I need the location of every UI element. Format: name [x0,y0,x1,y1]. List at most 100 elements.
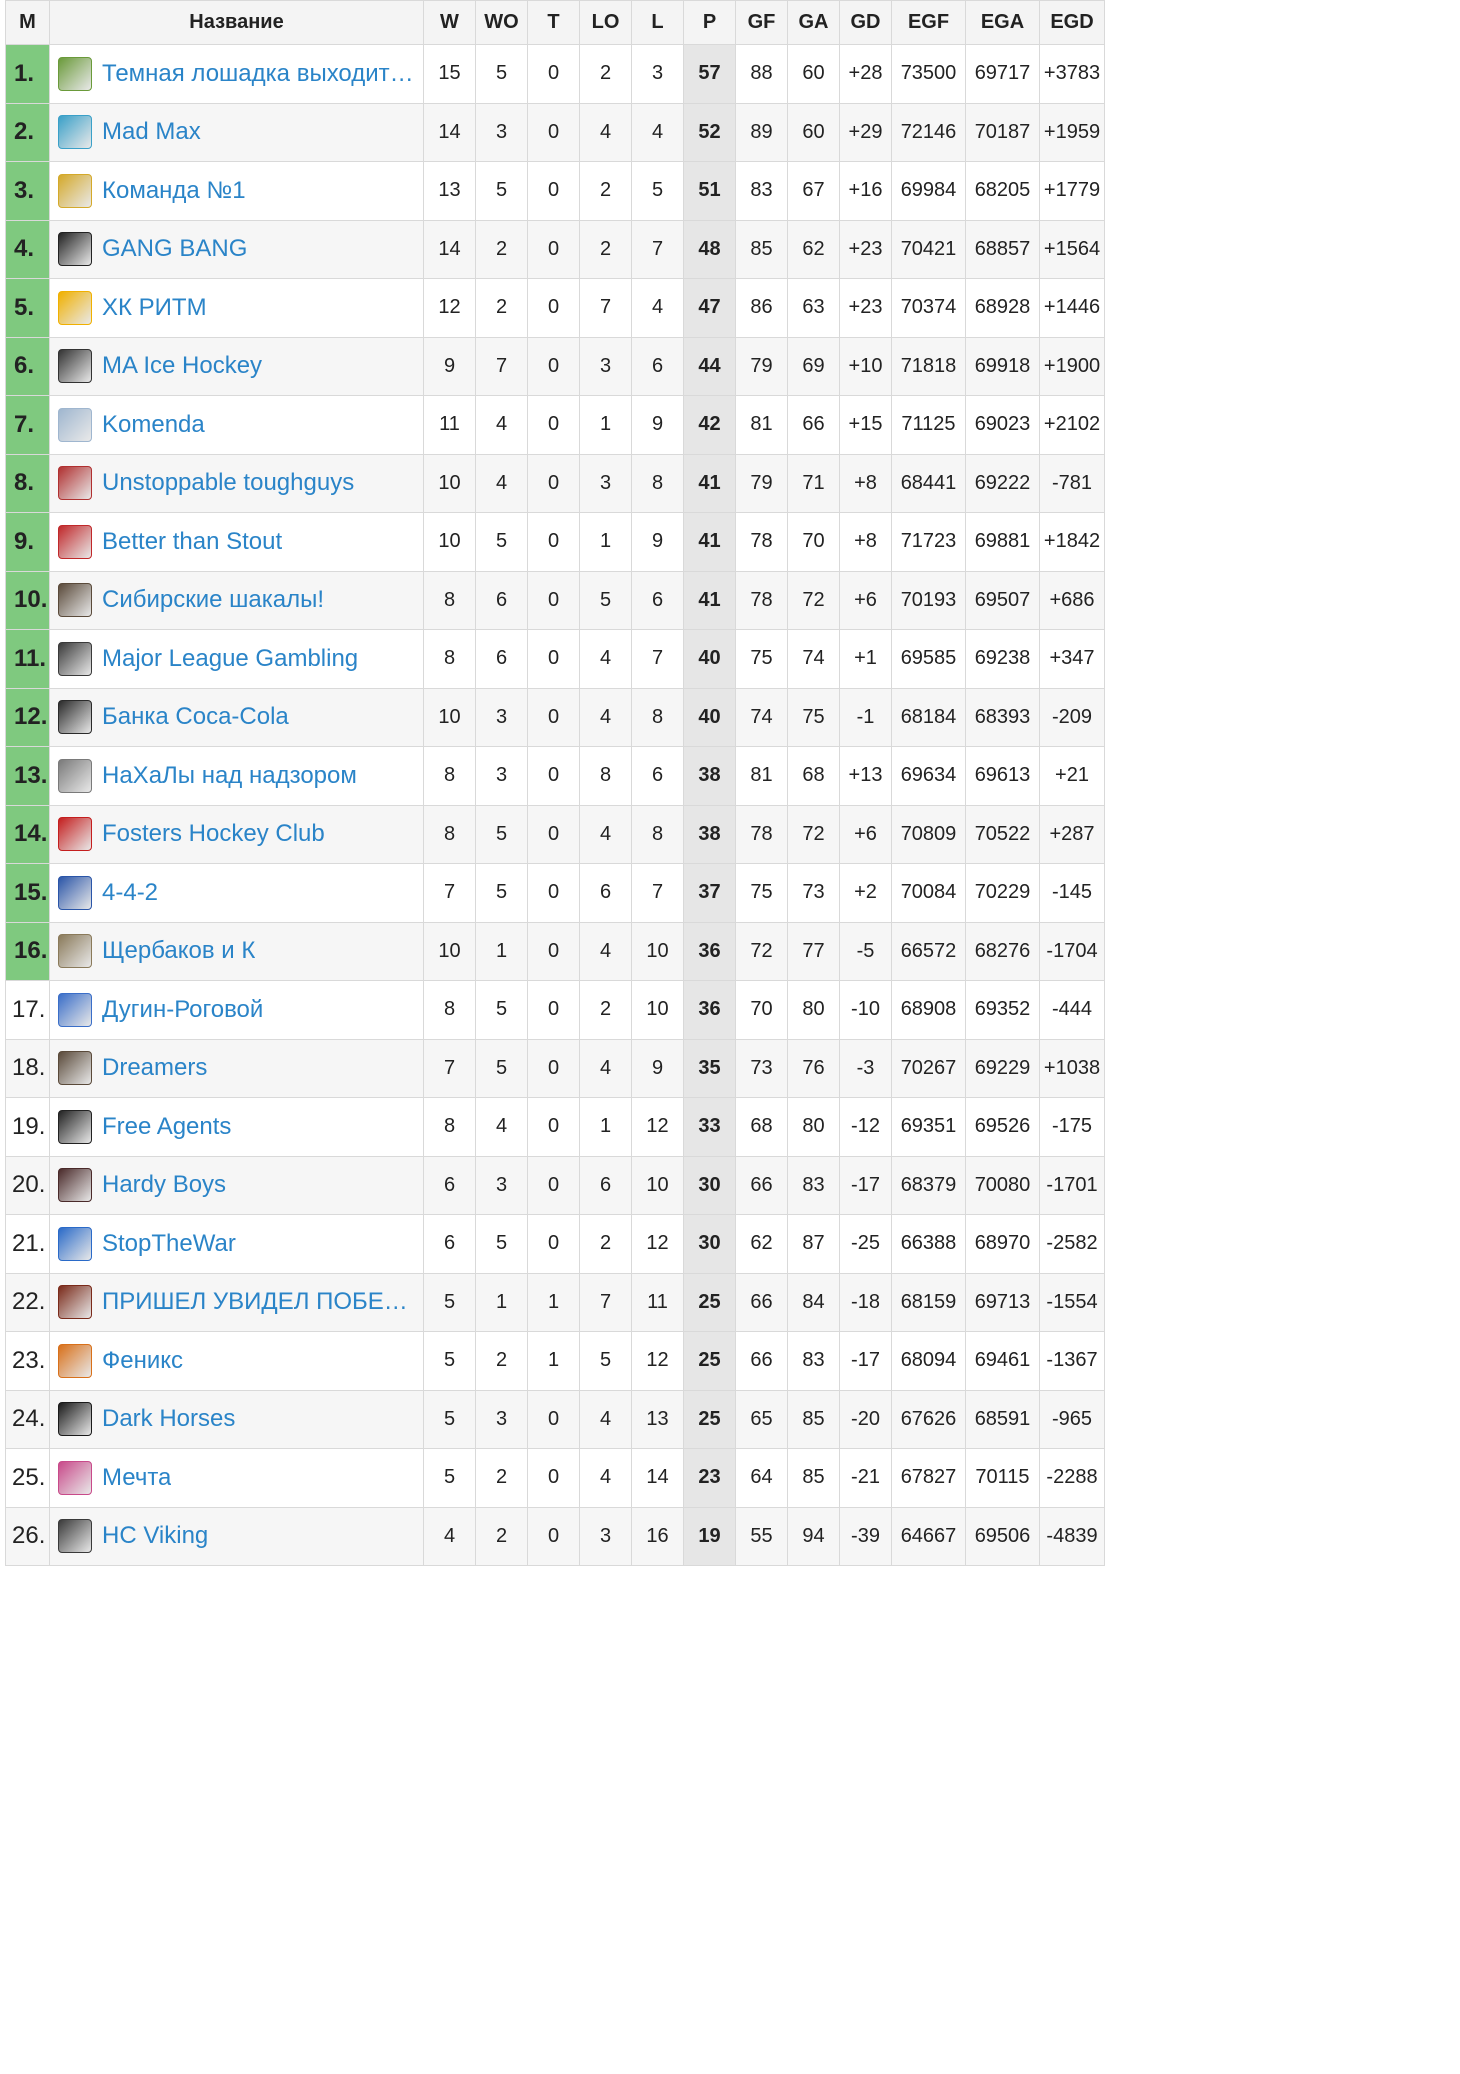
gf-cell: 83 [735,161,788,221]
lo-cell: 4 [579,687,632,747]
header-name[interactable]: Название [49,0,424,45]
header-gf[interactable]: GF [735,0,788,45]
team-name-link[interactable]: Major League Gambling [102,645,358,673]
header-rank[interactable]: М [5,0,50,45]
gd-cell: -3 [839,1038,892,1098]
gf-cell: 78 [735,512,788,572]
header-wo[interactable]: WO [475,0,528,45]
team-name-link[interactable]: Dreamers [102,1054,207,1082]
l-cell: 10 [631,921,684,981]
rank-cell: 15. [5,863,50,923]
team-name-link[interactable]: 4-4-2 [102,879,158,907]
team-name-link[interactable]: НаХаЛы над надзором [102,762,357,790]
t-cell: 0 [527,1038,580,1098]
colorful-ring-icon [58,1460,92,1495]
egf-cell: 69634 [891,746,966,806]
ega-cell: 70522 [965,804,1040,864]
lo-cell: 2 [579,1214,632,1274]
ko-badge-icon [58,407,92,442]
team-cell: MA Ice Hockey [49,336,424,396]
t-cell: 1 [527,1272,580,1332]
ga-cell: 75 [787,687,840,747]
l-cell: 13 [631,1389,684,1449]
w-cell: 8 [423,570,476,630]
p-cell: 52 [683,102,736,162]
wo-cell: 5 [475,512,528,572]
egd-cell: +1446 [1039,278,1105,338]
egf-cell: 69351 [891,1097,966,1157]
ga-cell: 83 [787,1155,840,1215]
t-cell: 0 [527,1506,580,1566]
w-cell: 5 [423,1389,476,1449]
team-name-link[interactable]: HC Viking [102,1522,208,1550]
team-cell: Komenda [49,395,424,455]
gd-cell: -12 [839,1097,892,1157]
team-name-link[interactable]: Unstoppable toughguys [102,469,354,497]
table-row: 20. Hardy Boys 6 3 0 6 10 30 66 83 -17 68379 70080 -1… [5,1155,1105,1215]
ga-cell: 85 [787,1389,840,1449]
header-egd[interactable]: EGD [1039,0,1105,45]
header-t[interactable]: T [527,0,580,45]
team-name-link[interactable]: Hardy Boys [102,1171,226,1199]
team-name-link[interactable]: ПРИШЕЛ УВИДЕЛ ПОБЕДИЛ [102,1288,414,1316]
l-cell: 12 [631,1331,684,1391]
egd-cell: +1959 [1039,102,1105,162]
p-cell: 36 [683,980,736,1040]
ga-cell: 80 [787,1097,840,1157]
ega-cell: 69526 [965,1097,1040,1157]
t-cell: 0 [527,336,580,396]
t-cell: 0 [527,804,580,864]
team-name-link[interactable]: Better than Stout [102,528,282,556]
rank-cell: 25. [5,1448,50,1508]
header-p[interactable]: P [683,0,736,45]
egd-cell: -1367 [1039,1331,1105,1391]
gf-cell: 78 [735,570,788,630]
team-cell: Dark Horses [49,1389,424,1449]
team-name-link[interactable]: Банка Coca-Cola [102,703,289,731]
table-row: 6. MA Ice Hockey 9 7 0 3 6 44 79 69 +10 71818 69918 +… [5,336,1105,396]
rank-cell: 7. [5,395,50,455]
header-lo[interactable]: LO [579,0,632,45]
header-l[interactable]: L [631,0,684,45]
team-name-link[interactable]: Mad Max [102,118,201,146]
t-cell: 0 [527,1155,580,1215]
header-gd[interactable]: GD [839,0,892,45]
lo-cell: 1 [579,1097,632,1157]
gd-cell: -39 [839,1506,892,1566]
team-name-link[interactable]: ХК РИТМ [102,294,207,322]
team-name-link[interactable]: Dark Horses [102,1405,235,1433]
team-name-link[interactable]: GANG BANG [102,235,247,263]
header-ga[interactable]: GA [787,0,840,45]
egf-cell: 72146 [891,102,966,162]
gd-cell: -5 [839,921,892,981]
team-name-link[interactable]: StopTheWar [102,1230,236,1258]
egf-cell: 64667 [891,1506,966,1566]
team-name-link[interactable]: Команда №1 [102,177,246,205]
lo-cell: 4 [579,1038,632,1098]
team-name-link[interactable]: Мечта [102,1464,171,1492]
team-name-link[interactable]: Komenda [102,411,205,439]
team-name-link[interactable]: Феникс [102,1347,183,1375]
ega-cell: 69881 [965,512,1040,572]
team-cell: 4-4-2 [49,863,424,923]
p-cell: 25 [683,1389,736,1449]
photo-thumbnail-icon [58,583,92,618]
team-name-link[interactable]: Free Agents [102,1113,231,1141]
header-ega[interactable]: EGA [965,0,1040,45]
team-name-link[interactable]: Сибирские шакалы! [102,586,324,614]
team-name-link[interactable]: Дугин-Роговой [102,996,263,1024]
header-w[interactable]: W [423,0,476,45]
team-name-link[interactable]: Щербаков и К [102,937,255,965]
team-name-link[interactable]: MA Ice Hockey [102,352,262,380]
ega-cell: 70080 [965,1155,1040,1215]
team-name-link[interactable]: Темная лошадка выходит на поле [102,60,414,88]
rank-cell: 14. [5,804,50,864]
l-cell: 10 [631,1155,684,1215]
table-row: 3. Команда №1 13 5 0 2 5 51 83 67 +16 69984 68205 +17… [5,161,1105,221]
header-egf[interactable]: EGF [891,0,966,45]
w-cell: 8 [423,1097,476,1157]
team-cell: Сибирские шакалы! [49,570,424,630]
team-cell: Феникс [49,1331,424,1391]
ega-cell: 70187 [965,102,1040,162]
team-name-link[interactable]: Fosters Hockey Club [102,820,325,848]
